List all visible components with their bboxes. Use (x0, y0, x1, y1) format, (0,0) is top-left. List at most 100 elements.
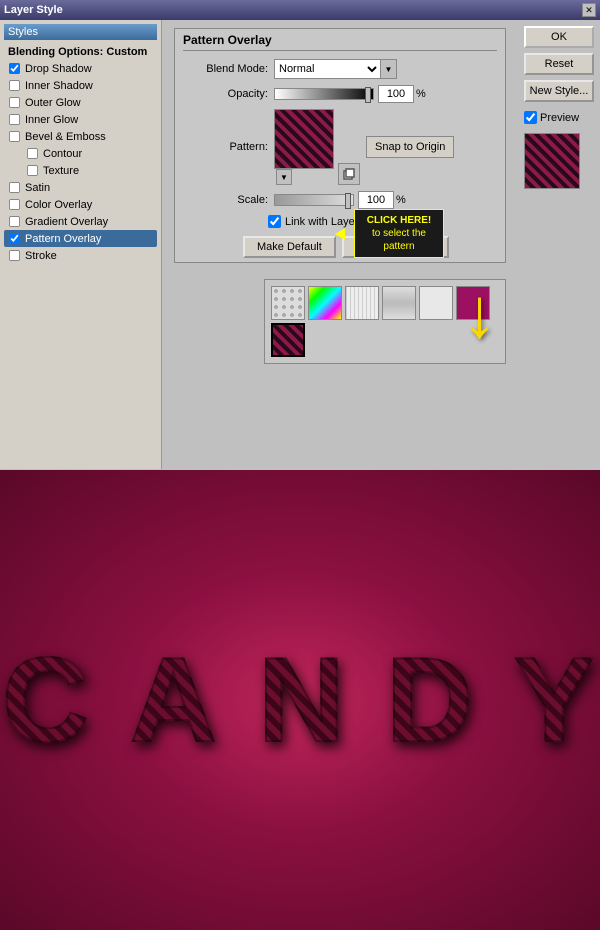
texture-label: Texture (43, 165, 79, 177)
preview-label: Preview (540, 112, 579, 124)
blend-mode-row: Blend Mode: Normal Multiply Screen Overl… (183, 59, 497, 79)
left-panel: Styles Blending Options: Custom Drop Sha… (0, 20, 162, 469)
bevel-emboss-checkbox[interactable] (9, 131, 20, 142)
preview-thumbnail (524, 133, 580, 189)
blending-options-label: Blending Options: Custom (8, 46, 147, 58)
opacity-thumb[interactable] (365, 87, 371, 103)
inner-shadow-label: Inner Shadow (25, 80, 93, 92)
dialog-area: Layer Style ✕ Styles Blending Options: C… (0, 0, 600, 470)
sidebar-item-bevel-emboss[interactable]: Bevel & Emboss (4, 128, 157, 145)
candy-text: C A N D Y (2, 631, 598, 769)
sidebar-item-contour[interactable]: Contour (22, 145, 157, 162)
contour-label: Contour (43, 148, 82, 160)
canvas-area: C A N D Y (0, 470, 600, 930)
sidebar-item-stroke[interactable]: Stroke (4, 247, 157, 264)
tooltip-line2: to select the (361, 227, 437, 240)
preview-checkbox[interactable] (524, 111, 537, 124)
sidebar-item-inner-glow[interactable]: Inner Glow (4, 111, 157, 128)
inner-shadow-checkbox[interactable] (9, 80, 20, 91)
scale-row: Scale: % (183, 191, 497, 209)
sidebar-item-texture[interactable]: Texture (22, 162, 157, 179)
pattern-label: Pattern: (183, 141, 268, 153)
sidebar-item-pattern-overlay[interactable]: Pattern Overlay (4, 230, 157, 247)
pattern-dropdown-button[interactable]: ▼ (276, 169, 292, 185)
link-with-layer-checkbox[interactable] (268, 215, 281, 228)
title-bar-text: Layer Style (4, 4, 63, 16)
right-area: Pattern Overlay Blend Mode: Normal Multi… (162, 20, 600, 469)
copy-icon (342, 167, 356, 181)
pattern-overlay-checkbox[interactable] (9, 233, 20, 244)
pattern-swatch-bubbles[interactable] (271, 286, 305, 320)
texture-checkbox[interactable] (27, 165, 38, 176)
color-overlay-checkbox[interactable] (9, 199, 20, 210)
drop-shadow-checkbox[interactable] (9, 63, 20, 74)
pattern-swatch-gray[interactable] (345, 286, 379, 320)
gradient-overlay-checkbox[interactable] (9, 216, 20, 227)
blend-mode-label: Blend Mode: (183, 63, 268, 75)
sidebar-item-color-overlay[interactable]: Color Overlay (4, 196, 157, 213)
scale-label: Scale: (183, 194, 268, 206)
new-style-button[interactable]: New Style... (524, 80, 594, 102)
outer-glow-label: Outer Glow (25, 97, 81, 109)
pattern-swatch-blank[interactable] (419, 286, 453, 320)
candy-letter-y: Y (514, 631, 598, 769)
opacity-percent: % (416, 88, 426, 100)
scale-input[interactable] (358, 191, 394, 209)
sidebar-item-drop-shadow[interactable]: Drop Shadow (4, 60, 157, 77)
candy-letter-d: D (386, 631, 477, 769)
snap-to-origin-button[interactable]: Snap to Origin (366, 136, 454, 158)
contour-checkbox[interactable] (27, 148, 38, 159)
gradient-overlay-label: Gradient Overlay (25, 216, 108, 228)
blend-mode-dropdown-arrow: ▼ (380, 60, 396, 78)
scale-slider[interactable] (274, 194, 354, 206)
opacity-row: Opacity: % (183, 85, 497, 103)
tooltip-line3: pattern (361, 240, 437, 253)
styles-header[interactable]: Styles (4, 24, 157, 40)
candy-letter-n: N (258, 631, 349, 769)
pattern-swatch-silver[interactable] (382, 286, 416, 320)
pattern-swatch-striped[interactable] (271, 323, 305, 357)
satin-checkbox[interactable] (9, 182, 20, 193)
link-with-layer-label: Link with Layer (285, 216, 358, 228)
scale-percent: % (396, 194, 406, 206)
sidebar-item-satin[interactable]: Satin (4, 179, 157, 196)
ok-button[interactable]: OK (524, 26, 594, 48)
reset-button[interactable]: Reset (524, 53, 594, 75)
opacity-label: Opacity: (183, 88, 268, 100)
stroke-label: Stroke (25, 250, 57, 262)
tooltip-line1: CLICK HERE! (361, 214, 437, 227)
stroke-checkbox[interactable] (9, 250, 20, 261)
main-layout: Styles Blending Options: Custom Drop Sha… (0, 20, 600, 469)
opacity-input[interactable] (378, 85, 414, 103)
panel-title: Pattern Overlay (183, 33, 497, 51)
pattern-overlay-label: Pattern Overlay (25, 233, 101, 245)
close-button[interactable]: ✕ (582, 3, 596, 17)
sidebar-item-blending-options[interactable]: Blending Options: Custom (4, 44, 157, 60)
sidebar-item-outer-glow[interactable]: Outer Glow (4, 94, 157, 111)
candy-letter-a: A (130, 631, 221, 769)
inner-glow-checkbox[interactable] (9, 114, 20, 125)
tooltip-arrow (335, 228, 345, 240)
satin-label: Satin (25, 182, 50, 194)
color-overlay-label: Color Overlay (25, 199, 92, 211)
sidebar-item-inner-shadow[interactable]: Inner Shadow (4, 77, 157, 94)
sidebar-item-gradient-overlay[interactable]: Gradient Overlay (4, 213, 157, 230)
right-buttons-panel: OK Reset New Style... Preview (518, 20, 600, 469)
opacity-slider[interactable] (274, 88, 374, 100)
content-panel: Pattern Overlay Blend Mode: Normal Multi… (162, 20, 518, 469)
outer-glow-checkbox[interactable] (9, 97, 20, 108)
pattern-row: Pattern: ▼ CLICK HERE! to select the (183, 109, 497, 185)
pattern-preview[interactable] (274, 109, 334, 169)
title-bar: Layer Style ✕ (0, 0, 600, 20)
drop-shadow-label: Drop Shadow (25, 63, 92, 75)
scale-thumb[interactable] (345, 193, 351, 209)
preview-label-row: Preview (524, 111, 594, 124)
candy-letter-c: C (2, 631, 93, 769)
pattern-copy-button[interactable] (338, 163, 360, 185)
tooltip: CLICK HERE! to select the pattern (354, 209, 444, 258)
blend-mode-wrapper[interactable]: Normal Multiply Screen Overlay ▼ (274, 59, 397, 79)
make-default-button[interactable]: Make Default (243, 236, 336, 258)
yellow-arrow: ↓ (462, 278, 497, 348)
blend-mode-select[interactable]: Normal Multiply Screen Overlay (275, 60, 380, 78)
pattern-swatch-rainbow[interactable] (308, 286, 342, 320)
